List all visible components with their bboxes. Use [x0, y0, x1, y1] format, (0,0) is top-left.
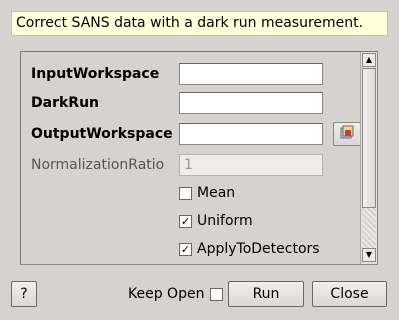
output-workspace-label: OutputWorkspace [31, 126, 173, 142]
run-button[interactable]: Run [228, 281, 304, 307]
mean-label: Mean [197, 185, 236, 201]
scroll-up-button[interactable]: ▲ [362, 53, 376, 67]
help-button[interactable]: ? [11, 281, 37, 307]
uniform-option[interactable]: ✓ Uniform [179, 210, 253, 232]
uniform-label: Uniform [197, 213, 253, 229]
vertical-scrollbar[interactable]: ▲ ▼ [360, 52, 377, 264]
output-workspace-field[interactable] [179, 123, 323, 145]
arrow-down-icon: ▼ [365, 250, 373, 259]
apply-to-detectors-checkbox[interactable]: ✓ [179, 242, 192, 256]
scroll-thumb[interactable] [362, 68, 376, 208]
input-workspace-label: InputWorkspace [31, 66, 160, 82]
browse-button[interactable] [333, 122, 361, 146]
uniform-checkbox[interactable]: ✓ [179, 214, 192, 228]
mean-option[interactable]: Mean [179, 182, 235, 204]
keep-open-label: Keep Open [128, 286, 205, 302]
apply-to-detectors-option[interactable]: ✓ ApplyToDetectors [179, 238, 320, 260]
scroll-down-button[interactable]: ▼ [362, 248, 376, 262]
properties-panel: InputWorkspace DarkRun OutputWorkspace N… [20, 51, 378, 265]
keep-open-checkbox[interactable] [210, 287, 224, 301]
normalization-ratio-label: NormalizationRatio [31, 157, 165, 173]
normalization-ratio-field[interactable]: 1 [179, 154, 323, 176]
keep-open-option[interactable]: Keep Open [128, 283, 224, 305]
close-button[interactable]: Close [312, 281, 387, 307]
input-workspace-field[interactable] [179, 63, 323, 85]
algorithm-description: Correct SANS data with a dark run measur… [11, 11, 388, 36]
dark-run-label: DarkRun [31, 95, 99, 111]
apply-to-detectors-label: ApplyToDetectors [197, 241, 320, 257]
mean-checkbox[interactable] [179, 186, 192, 200]
folder-browse-icon [339, 124, 355, 144]
dark-run-field[interactable] [179, 92, 323, 114]
arrow-up-icon: ▲ [365, 55, 373, 64]
